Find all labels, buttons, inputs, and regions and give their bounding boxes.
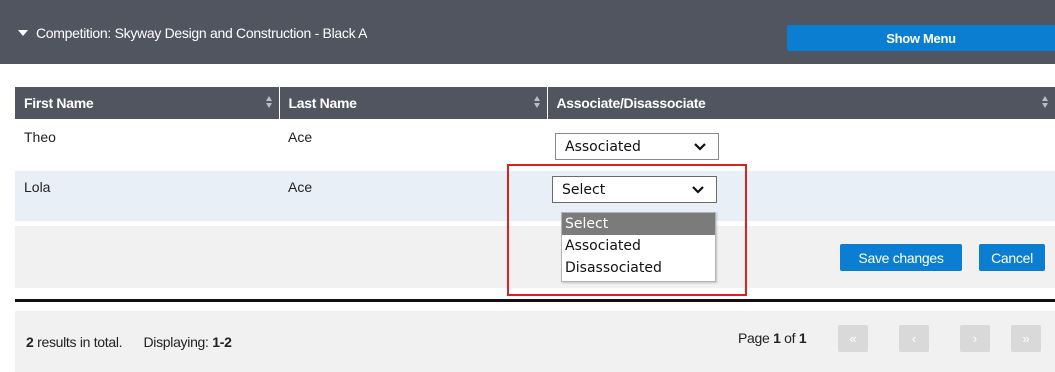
page-indicator: Page 1 of 1 [738, 330, 807, 346]
results-count: 2 [26, 334, 34, 350]
sort-icon[interactable] [533, 96, 541, 110]
save-changes-button[interactable]: Save changes [840, 244, 962, 271]
last-page-button[interactable]: » [1011, 325, 1041, 352]
competition-header: Competition: Skyway Design and Construct… [0, 0, 1055, 64]
highlight-box [507, 164, 747, 296]
sort-icon[interactable] [265, 96, 273, 110]
competition-title: Competition: Skyway Design and Construct… [36, 25, 368, 41]
first-page-button[interactable]: « [838, 325, 868, 352]
association-select-row-1[interactable]: Associated [555, 133, 719, 160]
chevron-down-icon [694, 142, 706, 151]
displaying-range: 1-2 [212, 334, 232, 350]
column-header-association[interactable]: Associate/Disassociate [547, 87, 1055, 119]
first-name-cell: Theo [15, 119, 279, 171]
competition-toggle[interactable]: Competition: Skyway Design and Construct… [18, 25, 367, 41]
caret-down-icon [18, 30, 28, 36]
sort-icon[interactable] [1042, 96, 1049, 110]
association-select-value: Associated [565, 138, 641, 155]
results-summary: 2 results in total. Displaying: 1-2 [26, 334, 232, 350]
divider [15, 299, 1055, 302]
table-header-row: First Name Last Name Associate/Disassoci… [15, 87, 1055, 119]
cancel-button[interactable]: Cancel [979, 244, 1045, 271]
column-header-last-name[interactable]: Last Name [279, 87, 548, 119]
first-name-cell: Lola [15, 171, 279, 221]
show-menu-button[interactable]: Show Menu [787, 25, 1055, 51]
next-page-button[interactable]: › [960, 325, 990, 352]
column-header-first-name[interactable]: First Name [15, 87, 280, 119]
previous-page-button[interactable]: ‹ [899, 325, 929, 352]
